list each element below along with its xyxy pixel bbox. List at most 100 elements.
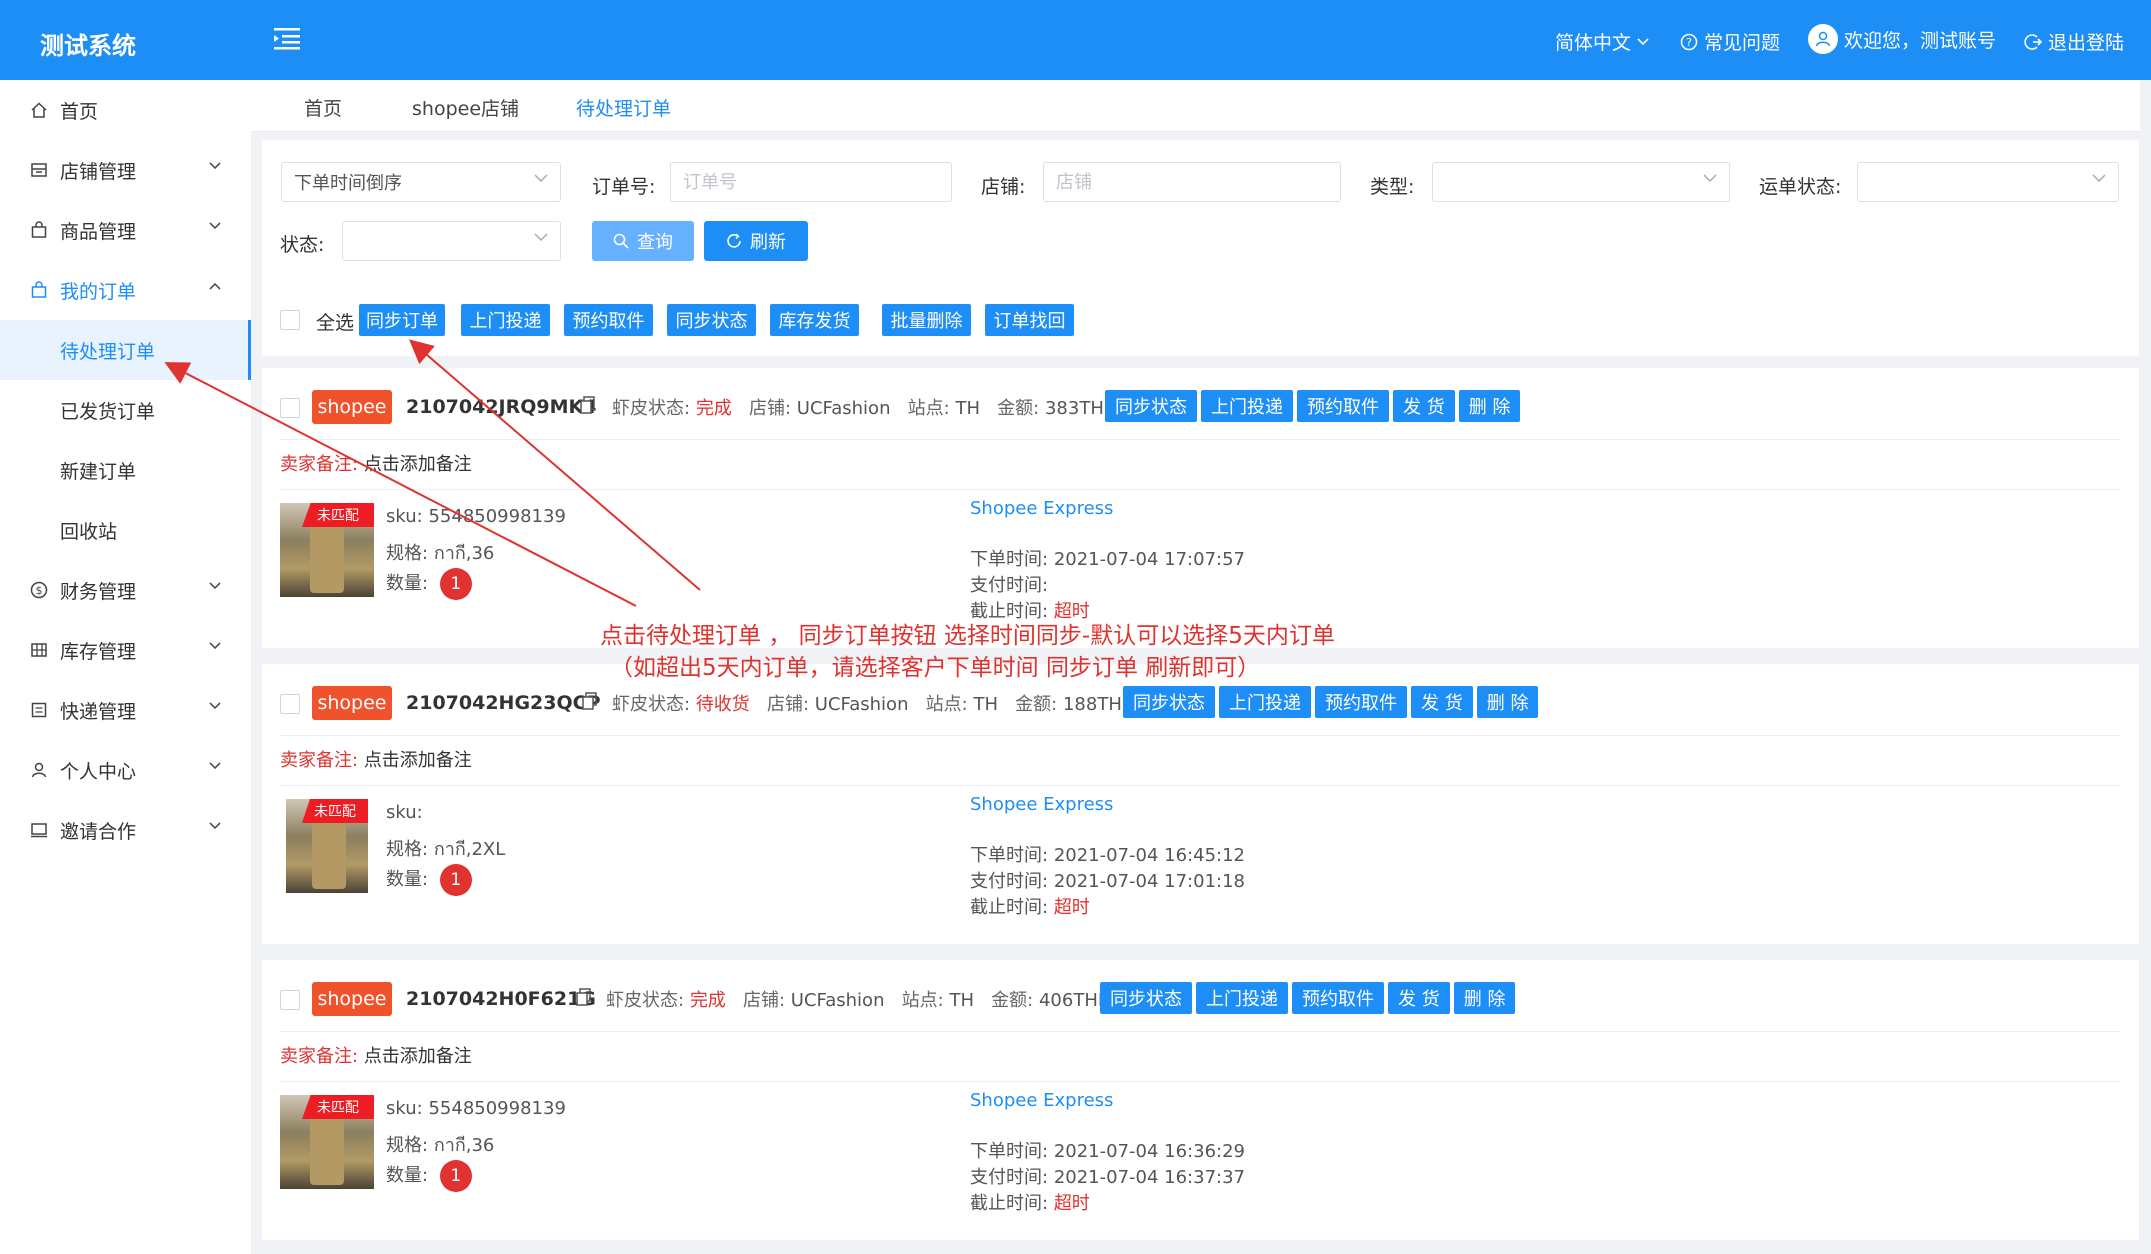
- tab-shopee-store[interactable]: shopee店铺: [412, 94, 519, 121]
- store-value: UCFashion: [814, 694, 909, 715]
- add-note-link[interactable]: 点击添加备注: [364, 1046, 472, 1067]
- ship-button[interactable]: 发 货: [1393, 390, 1455, 422]
- divider: [280, 1031, 2121, 1032]
- deadline: 截止时间: 超时: [970, 1189, 1090, 1215]
- sidebar-item-label: 商品管理: [60, 220, 137, 243]
- door-delivery-button[interactable]: 上门投递: [1196, 982, 1288, 1014]
- logout-link[interactable]: 退出登陆: [2024, 28, 2124, 55]
- order-card: shopee 2107042H0F621G 虾皮状态: 完成 店铺: UCFas…: [262, 960, 2139, 1240]
- order-checkbox[interactable]: [280, 990, 300, 1010]
- store-icon: [30, 161, 48, 179]
- door-delivery-button[interactable]: 上门投递: [1219, 686, 1311, 718]
- sync-orders-button[interactable]: 同步订单: [359, 304, 445, 336]
- order-checkbox[interactable]: [280, 398, 300, 418]
- user-menu[interactable]: 欢迎您，测试账号: [1808, 24, 1996, 54]
- sidebar-item-profile[interactable]: 个人中心: [0, 740, 251, 800]
- language-select[interactable]: 简体中文: [1555, 28, 1649, 55]
- site-value: TH: [973, 694, 998, 715]
- refresh-icon: [727, 233, 741, 248]
- sidebar-item-invite[interactable]: 邀请合作: [0, 800, 251, 860]
- sidebar-item-inventory[interactable]: 库存管理: [0, 620, 251, 680]
- chevron-down-icon: [209, 822, 221, 830]
- door-delivery-button[interactable]: 上门投递: [1201, 390, 1293, 422]
- pay-time-value: 2021-07-04 16:37:37: [1053, 1167, 1245, 1188]
- tab-home[interactable]: 首页: [304, 94, 342, 121]
- shop-status-value: 完成: [695, 398, 732, 419]
- query-button[interactable]: 查询: [592, 221, 694, 261]
- pay-time-label: 支付时间:: [970, 871, 1049, 892]
- order-no-input[interactable]: [683, 163, 951, 201]
- ship-button[interactable]: 发 货: [1411, 686, 1473, 718]
- type-select[interactable]: [1432, 162, 1730, 202]
- stock-ship-button[interactable]: 库存发货: [770, 304, 859, 336]
- sync-status-button[interactable]: 同步状态: [1123, 686, 1215, 718]
- pay-time-value: 2021-07-04 17:01:18: [1053, 871, 1245, 892]
- home-icon: [30, 101, 48, 119]
- status-select[interactable]: [342, 221, 561, 261]
- sidebar-item-shipped-orders[interactable]: 已发货订单: [0, 380, 251, 440]
- copy-icon[interactable]: [582, 692, 598, 710]
- sidebar-item-products[interactable]: 商品管理: [0, 200, 251, 260]
- unmatched-badge: 未匹配: [302, 503, 374, 527]
- store-input[interactable]: [1056, 163, 1340, 201]
- deadline-value: 超时: [1053, 601, 1090, 622]
- door-delivery-button[interactable]: 上门投递: [461, 304, 550, 336]
- refresh-button[interactable]: 刷新: [704, 221, 808, 261]
- store-value: UCFashion: [796, 398, 891, 419]
- pay-time-label: 支付时间:: [970, 575, 1049, 596]
- copy-icon[interactable]: [580, 396, 596, 414]
- tab-pending-orders[interactable]: 待处理订单: [576, 94, 671, 121]
- schedule-pickup-button[interactable]: 预约取件: [1297, 390, 1389, 422]
- schedule-pickup-button[interactable]: 预约取件: [564, 304, 653, 336]
- platform-tag: shopee: [312, 390, 392, 424]
- query-label: 查询: [637, 232, 673, 253]
- shipping-carrier: Shopee Express: [970, 498, 1114, 519]
- menu-toggle-icon[interactable]: [274, 26, 300, 50]
- sidebar-item-express[interactable]: 快递管理: [0, 680, 251, 740]
- order-time: 下单时间: 2021-07-04 16:45:12: [970, 841, 1245, 867]
- sync-status-button[interactable]: 同步状态: [667, 304, 756, 336]
- sync-status-button[interactable]: 同步状态: [1100, 982, 1192, 1014]
- user-icon: [1815, 31, 1831, 47]
- pay-time: 支付时间:: [970, 571, 1048, 597]
- sidebar-item-finance[interactable]: $ 财务管理: [0, 560, 251, 620]
- site-value: TH: [949, 990, 974, 1011]
- deadline-label: 截止时间:: [970, 601, 1049, 622]
- unmatched-badge: 未匹配: [302, 1095, 374, 1119]
- select-all-checkbox[interactable]: [280, 310, 300, 330]
- add-note-link[interactable]: 点击添加备注: [364, 750, 472, 771]
- delete-button[interactable]: 删 除: [1458, 390, 1521, 422]
- product-spec: 规格: กากี,36: [386, 1130, 494, 1159]
- delete-button[interactable]: 删 除: [1453, 982, 1516, 1014]
- scrollbar-track[interactable]: [2140, 80, 2151, 1254]
- order-checkbox[interactable]: [280, 694, 300, 714]
- faq-link[interactable]: ? 常见问题: [1680, 28, 1780, 55]
- tab-bar: 首页 shopee店铺 待处理订单: [251, 80, 2151, 132]
- order-recover-button[interactable]: 订单找回: [985, 304, 1074, 336]
- delete-button[interactable]: 删 除: [1476, 686, 1539, 718]
- sidebar-item-recycle-bin[interactable]: 回收站: [0, 500, 251, 560]
- schedule-pickup-button[interactable]: 预约取件: [1292, 982, 1384, 1014]
- sidebar-item-new-order[interactable]: 新建订单: [0, 440, 251, 500]
- copy-icon[interactable]: [576, 988, 592, 1006]
- batch-delete-button[interactable]: 批量删除: [882, 304, 971, 336]
- waybill-status-select[interactable]: [1857, 162, 2119, 202]
- sort-select[interactable]: 下单时间倒序: [281, 162, 561, 202]
- order-time-label: 下单时间:: [970, 845, 1049, 866]
- sku-value: 554850998139: [428, 506, 566, 527]
- schedule-pickup-button[interactable]: 预约取件: [1315, 686, 1407, 718]
- sidebar-item-store[interactable]: 店铺管理: [0, 140, 251, 200]
- logout-icon: [2024, 33, 2042, 50]
- qty-badge: 1: [439, 864, 472, 896]
- sidebar-item-pending-orders[interactable]: 待处理订单: [0, 320, 251, 380]
- ship-button[interactable]: 发 货: [1388, 982, 1450, 1014]
- sync-status-button[interactable]: 同步状态: [1105, 390, 1197, 422]
- waybill-status-label: 运单状态:: [1759, 176, 1842, 198]
- order-card: shopee 2107042HG23QCP 虾皮状态: 待收货 店铺: UCFa…: [262, 664, 2139, 944]
- sidebar-item-label: 财务管理: [60, 580, 137, 603]
- sidebar-item-orders[interactable]: 我的订单: [0, 260, 251, 320]
- order-meta: 虾皮状态: 完成 店铺: UCFashion 站点: TH 金额: 406THB: [606, 986, 1110, 1012]
- add-note-link[interactable]: 点击添加备注: [364, 454, 472, 475]
- sidebar-item-home[interactable]: 首页: [0, 80, 251, 140]
- platform-tag: shopee: [312, 686, 392, 720]
